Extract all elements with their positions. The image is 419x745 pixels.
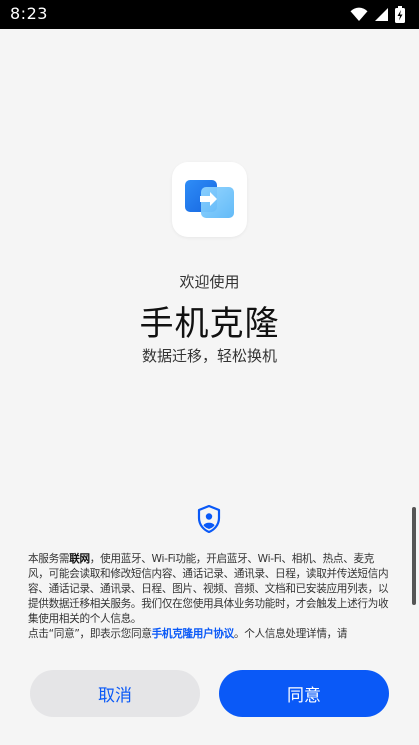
privacy-scrollbar[interactable] [412, 507, 416, 605]
welcome-text: 欢迎使用 [179, 273, 240, 291]
privacy-paragraph-1: 本服务需联网，使用蓝牙、Wi-Fi功能，开启蓝牙、Wi-Fi、相机、热点、麦克风… [28, 553, 389, 625]
privacy-network-bold: 联网 [69, 553, 90, 565]
signal-icon [374, 7, 389, 22]
cancel-button[interactable]: 取消 [30, 670, 200, 717]
privacy-notice: 本服务需联网，使用蓝牙、Wi-Fi功能，开启蓝牙、Wi-Fi、相机、热点、麦克风… [28, 552, 390, 640]
agree-button[interactable]: 同意 [219, 670, 389, 717]
status-time: 8:23 [10, 4, 48, 23]
wifi-icon [350, 7, 368, 22]
battery-charging-icon [395, 6, 405, 23]
status-icons [350, 6, 405, 23]
privacy-shield-icon [197, 504, 221, 537]
app-subtitle: 数据迁移，轻松换机 [141, 347, 277, 365]
user-agreement-link[interactable]: 手机克隆用户协议 [152, 628, 235, 640]
privacy-paragraph-2: 点击“同意”，即表示您同意手机克隆用户协议。个人信息处理详情，请 [28, 628, 348, 640]
status-bar: 8:23 [0, 0, 419, 29]
app-title: 手机克隆 [139, 304, 280, 344]
phone-clone-icon [172, 162, 247, 237]
